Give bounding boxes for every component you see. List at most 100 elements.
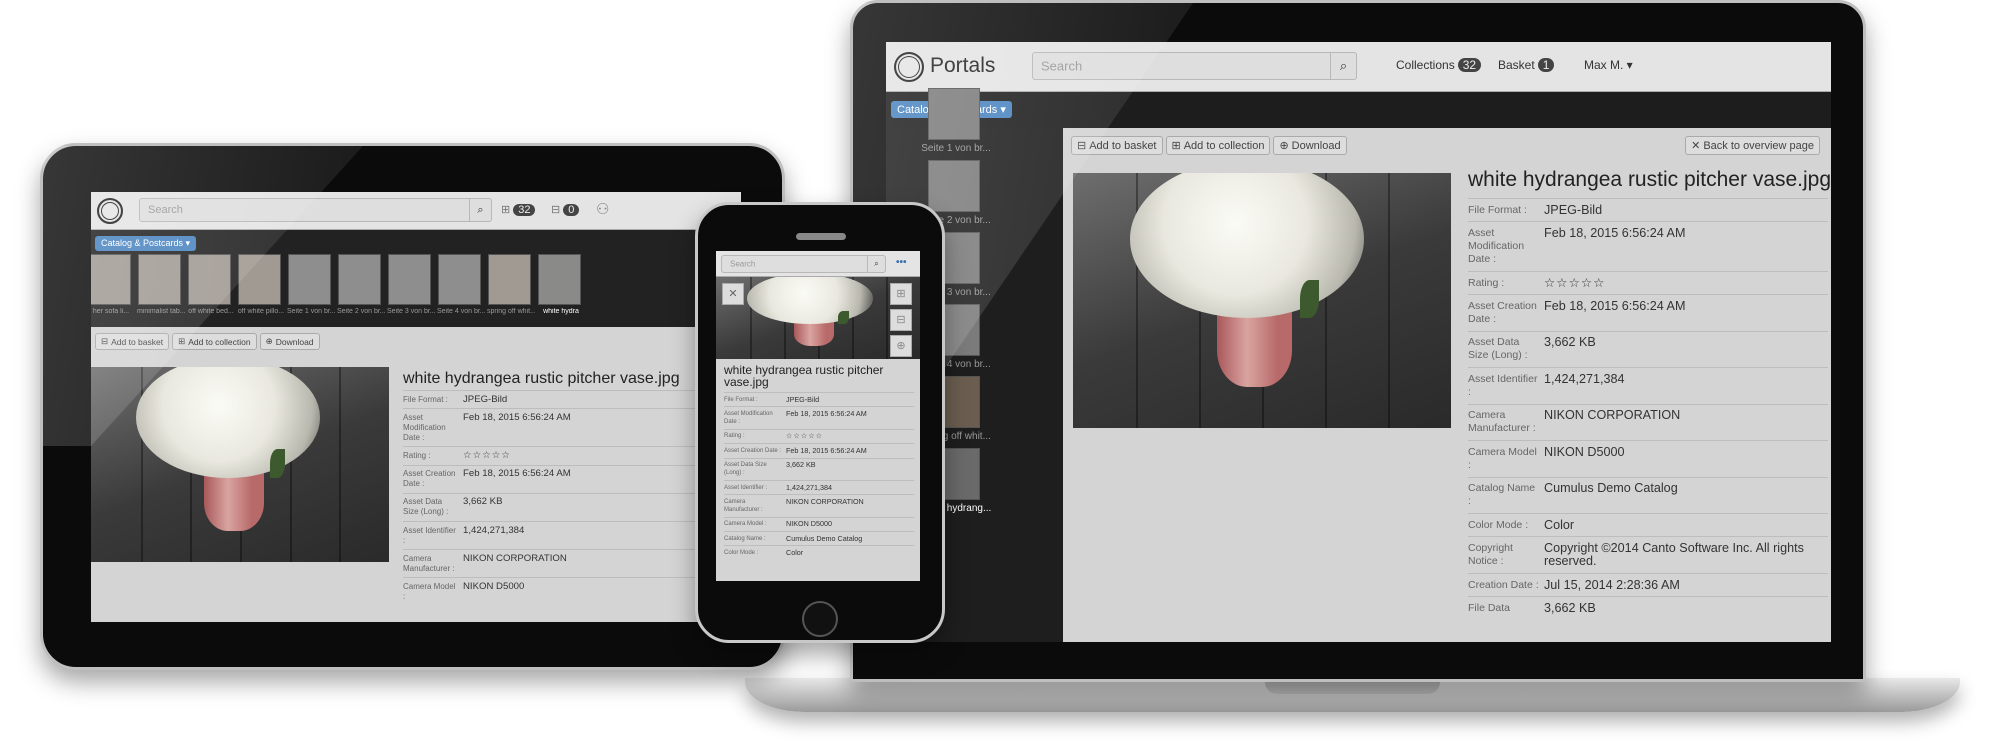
search-icon[interactable]: ⌕ bbox=[867, 256, 885, 272]
metadata-row: Asset Identifier : 1,424,271,384 bbox=[1468, 367, 1828, 403]
thumbnail[interactable] bbox=[138, 254, 181, 305]
metadata-row: Catalog Name : Cumulus Demo Catalog bbox=[724, 531, 914, 545]
metadata-row: Camera Manufacturer : NIKON CORPORATION bbox=[403, 549, 738, 577]
metadata-row: File Format : JPEG-Bild bbox=[1468, 198, 1828, 221]
metadata-label: Camera Manufacturer : bbox=[1468, 409, 1536, 435]
thumbnail[interactable] bbox=[238, 254, 281, 305]
add-to-collection-button[interactable]: ⊞ bbox=[890, 283, 912, 305]
add-to-collection-button[interactable]: ⊞ Add to collection bbox=[172, 333, 257, 350]
add-to-basket-button[interactable]: ⊟ bbox=[890, 309, 912, 331]
metadata-row: Asset Data Size (Long) : 3,662 KB bbox=[403, 492, 738, 521]
hydrangea-flowers bbox=[135, 367, 321, 479]
collections-count-badge: 32 bbox=[513, 204, 536, 216]
metadata-row: Color Mode : Color bbox=[1468, 512, 1828, 536]
thumbnail[interactable] bbox=[188, 254, 231, 305]
metadata-label: Asset Creation Date : bbox=[403, 469, 456, 489]
metadata-label: Asset Data Size (Long) : bbox=[1468, 336, 1528, 362]
home-button[interactable] bbox=[802, 601, 838, 637]
asset-preview-image[interactable] bbox=[91, 367, 389, 562]
rating-stars[interactable]: ☆☆☆☆☆ bbox=[463, 450, 511, 461]
laptop-main: ⊟ Add to basket ⊞ Add to collection ⊕ Downloa… bbox=[1063, 128, 1831, 642]
search-input[interactable]: Search ⌕ bbox=[139, 198, 492, 222]
metadata-row: Asset Data Size (Long) : 3,662 KB bbox=[1468, 330, 1828, 367]
metadata-label: File Data bbox=[1468, 601, 1511, 614]
collections-button[interactable]: ⊞ 32 bbox=[501, 203, 536, 216]
search-icon[interactable]: ⌕ bbox=[469, 199, 491, 221]
hydrangea-flowers bbox=[1129, 173, 1365, 319]
thumbnail[interactable] bbox=[91, 254, 131, 305]
thumbnail-label: Seite 4 von br... bbox=[437, 308, 485, 315]
basket-link[interactable]: Basket 1 bbox=[1498, 58, 1555, 72]
download-button[interactable]: ⊕ Download bbox=[259, 333, 320, 350]
download-icon: ⊕ bbox=[1279, 140, 1289, 152]
metadata-value: Feb 18, 2015 6:56:24 AM bbox=[786, 409, 867, 419]
search-placeholder: Search bbox=[148, 204, 183, 216]
more-menu-icon[interactable]: ••• bbox=[896, 257, 907, 268]
search-input[interactable]: Search ⌕ bbox=[1032, 52, 1357, 80]
rating-stars[interactable]: ☆☆☆☆☆ bbox=[1544, 276, 1605, 290]
rating-stars[interactable]: ☆☆☆☆☆ bbox=[786, 432, 823, 440]
thumbnail-label: Seite 3 von br... bbox=[387, 308, 435, 315]
catalog-dropdown[interactable]: Catalog & Postcards ▾ bbox=[95, 236, 197, 251]
asset-preview-image[interactable] bbox=[1073, 173, 1451, 428]
app-name: Portals bbox=[930, 54, 996, 77]
metadata-label: Camera Manufacturer : bbox=[403, 553, 455, 573]
wood-plank bbox=[1388, 173, 1390, 428]
thumbnail[interactable] bbox=[288, 254, 331, 305]
metadata-label: Asset Creation Date : bbox=[1468, 300, 1537, 326]
collections-link[interactable]: Collections 32 bbox=[1396, 58, 1482, 72]
back-label: Back to overview page bbox=[1703, 139, 1814, 152]
metadata-list: File Format : JPEG-Bild Asset Modification… bbox=[403, 390, 738, 606]
phone-header: Search ⌕ ••• bbox=[716, 251, 920, 277]
thumbnail-label: her sofa li... bbox=[92, 308, 130, 315]
download-label: Download bbox=[275, 336, 314, 347]
thumbnail[interactable] bbox=[338, 254, 381, 305]
laptop-nav: Catalog & Postcards ▾ bbox=[886, 92, 1831, 128]
metadata-value: 3,662 KB bbox=[1544, 600, 1596, 615]
metadata-row: Asset Identifier : 1,424,271,384 bbox=[403, 520, 738, 549]
inbox-icon: ⊟ bbox=[101, 336, 109, 346]
thumbnail[interactable] bbox=[438, 254, 481, 305]
add-to-basket-label: Add to basket bbox=[111, 336, 164, 347]
tablet-header: Search ⌕ ⊞ 32 ⊟ 0 ⚇ bbox=[91, 192, 741, 230]
back-to-overview-button[interactable]: ✕ Back to overview page bbox=[1685, 136, 1820, 155]
basket-button[interactable]: ⊟ 0 bbox=[551, 203, 580, 216]
download-button[interactable]: ⊕ bbox=[890, 335, 912, 357]
download-button[interactable]: ⊕ Download bbox=[1273, 136, 1347, 155]
search-icon[interactable]: ⌕ bbox=[1330, 53, 1356, 79]
thumbnail[interactable] bbox=[488, 254, 531, 305]
metadata-label: Catalog Name : bbox=[724, 535, 766, 542]
metadata-label: Asset Identifier : bbox=[403, 525, 456, 545]
sidebar-thumbnail[interactable] bbox=[928, 88, 980, 140]
metadata-value: JPEG-Bild bbox=[1544, 202, 1603, 217]
toolbar: ⊟ Add to basket ⊞ Add to collection ⊕ Downloa… bbox=[95, 333, 323, 350]
laptop-bezel: Portals Search ⌕ Collections 32 Basket 1 M… bbox=[850, 0, 1866, 682]
metadata-row: Asset Creation Date : Feb 18, 2015 6:56:2… bbox=[403, 464, 738, 493]
thumbnail[interactable] bbox=[538, 254, 581, 305]
metadata-row: Asset Modification Date : Feb 18, 2015 6:… bbox=[403, 408, 738, 446]
metadata-value: Cumulus Demo Catalog bbox=[1544, 481, 1678, 496]
grid-icon: ⊞ bbox=[501, 204, 511, 216]
wood-plank bbox=[339, 367, 342, 562]
user-menu[interactable]: Max M. ▾ bbox=[1584, 58, 1633, 72]
add-to-collection-button[interactable]: ⊞ Add to collection bbox=[1165, 136, 1271, 155]
metadata-row: Rating : ☆☆☆☆☆ bbox=[1468, 270, 1828, 294]
metadata-value: Feb 18, 2015 6:56:24 AM bbox=[1544, 299, 1686, 314]
asset-title: white hydrangea rustic pitcher vase.jpg bbox=[724, 363, 884, 389]
metadata-value: 3,662 KB bbox=[786, 460, 816, 470]
close-button[interactable]: ✕ bbox=[722, 283, 744, 305]
metadata-value: 3,662 KB bbox=[463, 496, 503, 508]
add-to-basket-button[interactable]: ⊟ Add to basket bbox=[95, 333, 170, 350]
add-to-basket-button[interactable]: ⊟ Add to basket bbox=[1071, 136, 1163, 155]
metadata-label: File Format : bbox=[1468, 203, 1527, 216]
user-icon[interactable]: ⚇ bbox=[596, 200, 609, 218]
metadata-label: Asset Modification Date : bbox=[403, 412, 446, 442]
sidebar-thumbnail[interactable] bbox=[928, 160, 980, 212]
metadata-row: Rating : ☆☆☆☆☆ bbox=[724, 428, 914, 443]
add-to-basket-label: Add to basket bbox=[1089, 139, 1157, 152]
leaf bbox=[838, 311, 849, 324]
metadata-label: Camera Manufacturer : bbox=[724, 498, 763, 513]
search-input[interactable]: Search ⌕ bbox=[721, 255, 886, 273]
tablet-screen: Search ⌕ ⊞ 32 ⊟ 0 ⚇ Catalog & Postcards ▾ … bbox=[91, 192, 741, 622]
thumbnail[interactable] bbox=[388, 254, 431, 305]
